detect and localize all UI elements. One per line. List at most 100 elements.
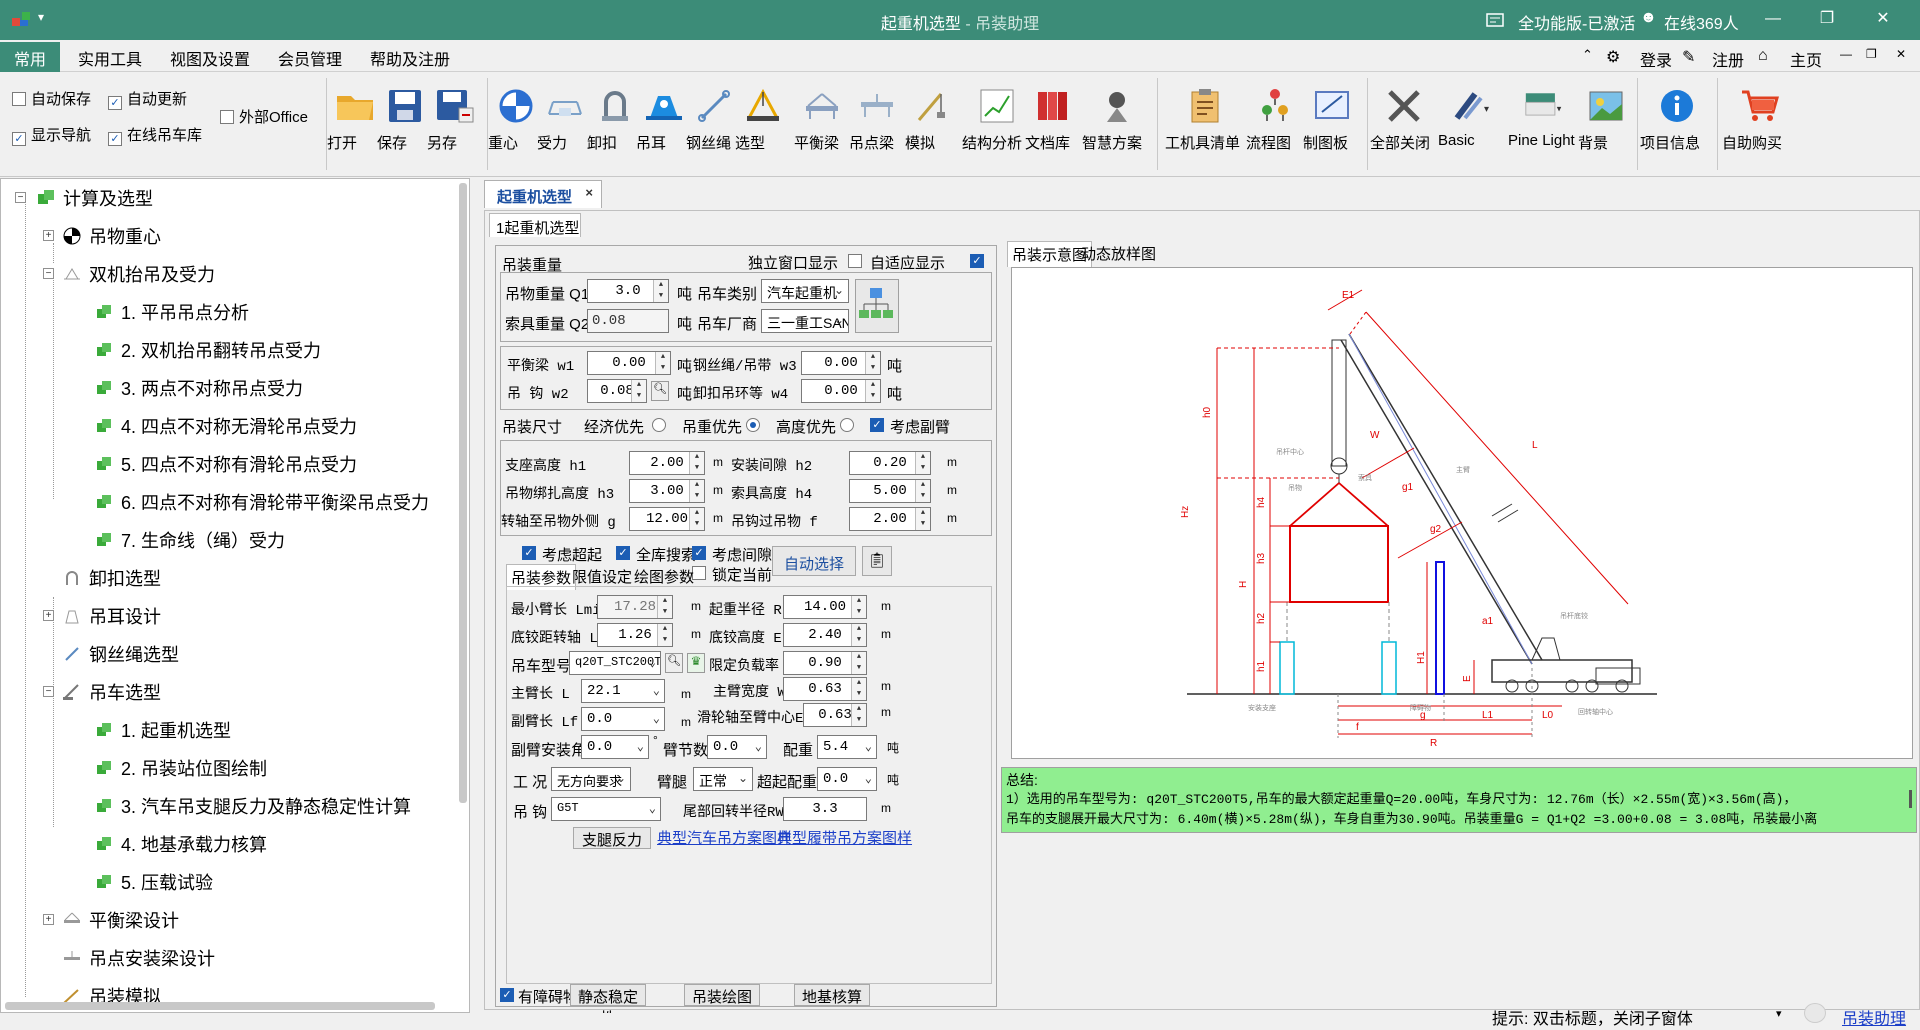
smart-plan-button[interactable]: 智慧方案 bbox=[1082, 86, 1152, 152]
autoupdate-checkbox[interactable]: ✓ 自动更新 bbox=[108, 88, 187, 110]
consider-jib-checkbox[interactable]: ✓ bbox=[870, 418, 884, 432]
trophy-icon[interactable]: ♛ bbox=[687, 653, 705, 673]
e1-spinner[interactable]: ▲ ▼ bbox=[851, 704, 866, 726]
login-link[interactable]: 登录 bbox=[1640, 47, 1672, 71]
structure-analysis-button[interactable]: 结构分析 bbox=[962, 86, 1032, 152]
tree-item-dual-lift[interactable]: 双机抬吊及受力 bbox=[61, 260, 215, 288]
tree-item-crane-selection[interactable]: 1. 起重机选型 bbox=[93, 716, 231, 744]
clipboard-button[interactable]: 📋︎ bbox=[862, 546, 892, 576]
foundation-check-button[interactable]: 地基核算 bbox=[794, 984, 870, 1006]
tree-item-lifeline[interactable]: 7. 生命线（绳）受力 bbox=[93, 526, 285, 554]
crane-type-select[interactable]: 汽车起重机 ⌄ bbox=[761, 279, 849, 303]
w1-spinner[interactable]: ▲ ▼ bbox=[655, 352, 670, 374]
tree-item-two-point[interactable]: 3. 两点不对称吊点受力 bbox=[93, 374, 303, 402]
w4-input[interactable]: 0.00 ▲ ▼ bbox=[801, 379, 881, 403]
tab-membership[interactable]: 会员管理 bbox=[278, 46, 342, 70]
h4-input[interactable]: 5.00 ▲ ▼ bbox=[849, 479, 931, 503]
r-input[interactable]: 14.00 ▲ ▼ bbox=[783, 595, 867, 619]
support-force-button[interactable]: 支腿反力 bbox=[573, 827, 651, 849]
h3-spinner[interactable]: ▲ ▼ bbox=[689, 480, 704, 502]
open-button[interactable]: 打开 bbox=[327, 86, 383, 152]
h1-spinner[interactable]: ▲ ▼ bbox=[689, 452, 704, 474]
tree-item-install-beam[interactable]: 吊点安装梁设计 bbox=[61, 944, 215, 972]
static-stability-button[interactable]: 静态稳定性 bbox=[570, 984, 646, 1027]
w3-input[interactable]: 0.00 ▲ ▼ bbox=[801, 351, 881, 375]
autosave-checkbox[interactable]: 自动保存 bbox=[12, 88, 91, 109]
lf-select[interactable]: 0.0 ⌄ bbox=[581, 707, 665, 731]
l0-input[interactable]: 1.26 ▲ ▼ bbox=[597, 623, 673, 647]
wire-rope-button[interactable]: 钢丝绳 bbox=[686, 86, 742, 152]
tree-scrollbar[interactable] bbox=[459, 183, 467, 803]
counterweight-select[interactable]: 5.4 ⌄ bbox=[817, 735, 877, 759]
tree-item-cog[interactable]: 吊物重心 bbox=[61, 222, 161, 250]
model-select[interactable]: q20T_STC200T ⌄ bbox=[569, 651, 661, 675]
tree-item-calc[interactable]: 计算及选型 bbox=[35, 184, 153, 212]
document-tab[interactable]: 起重机选型 × bbox=[484, 180, 602, 208]
expand-toggle[interactable]: − bbox=[43, 686, 54, 697]
obstacle-checkbox[interactable]: ✓ bbox=[500, 988, 514, 1002]
w3-spinner[interactable]: ▲ ▼ bbox=[865, 352, 880, 374]
mdi-minimize-button[interactable]: — bbox=[1840, 47, 1852, 61]
assistant-link[interactable]: 吊装助理 bbox=[1842, 1005, 1906, 1029]
model-search-icon[interactable]: 🔍︎ bbox=[665, 653, 683, 673]
tree-item-four-point-beam[interactable]: 6. 四点不对称有滑轮带平衡梁吊点受力 bbox=[93, 488, 429, 516]
mdi-close-button[interactable]: ✕ bbox=[1896, 47, 1906, 61]
tab-dynamic-layout[interactable]: 动态放样图 bbox=[1077, 241, 1160, 266]
w1-input[interactable]: 0.00 ▲ ▼ bbox=[587, 351, 671, 375]
lifting-lug-button[interactable]: 吊耳 bbox=[636, 86, 692, 152]
tab-view-settings[interactable]: 视图及设置 bbox=[170, 46, 250, 70]
save-as-button[interactable]: 另存 bbox=[427, 86, 483, 152]
tree-hscrollbar[interactable] bbox=[5, 1002, 435, 1010]
tool-list-button[interactable]: 工机具清单 bbox=[1165, 86, 1245, 152]
tree-item-outrigger[interactable]: 3. 汽车吊支腿反力及静态稳定性计算 bbox=[93, 792, 411, 820]
simulation-button[interactable]: 模拟 bbox=[905, 86, 961, 152]
status-dropdown-icon[interactable]: ▾ bbox=[1776, 1007, 1782, 1020]
g-input[interactable]: 12.00 ▲ ▼ bbox=[629, 507, 705, 531]
sections-select[interactable]: 0.0 ⌄ bbox=[707, 735, 767, 759]
w4-spinner[interactable]: ▲ ▼ bbox=[865, 380, 880, 402]
tab-help-register[interactable]: 帮助及注册 bbox=[370, 46, 450, 70]
tree-item-lug[interactable]: 吊耳设计 bbox=[61, 602, 161, 630]
w2-input[interactable]: 0.08 ▲ ▼ bbox=[587, 379, 647, 403]
home-link[interactable]: 主页 bbox=[1790, 47, 1822, 71]
l0-spinner[interactable]: ▲ ▼ bbox=[657, 624, 672, 646]
opt-weight-radio[interactable] bbox=[746, 418, 760, 432]
expand-toggle[interactable]: + bbox=[43, 230, 54, 241]
show-nav-checkbox[interactable]: ✓ 显示导航 bbox=[12, 124, 91, 146]
tab-common[interactable]: 常用 bbox=[0, 42, 61, 72]
rate-spinner[interactable]: ▲ ▼ bbox=[851, 652, 866, 674]
adaptive-checkbox[interactable]: ✓ bbox=[970, 254, 984, 268]
close-tab-icon[interactable]: × bbox=[585, 185, 593, 200]
maker-select[interactable]: 三一重工SAN ⌄ bbox=[761, 309, 849, 333]
h2-input[interactable]: 0.20 ▲ ▼ bbox=[849, 451, 931, 475]
f-input[interactable]: 2.00 ▲ ▼ bbox=[849, 507, 931, 531]
crane-db-button[interactable] bbox=[855, 279, 899, 333]
tree-item-rope[interactable]: 钢丝绳选型 bbox=[61, 640, 179, 668]
close-all-button[interactable]: 全部关闭 bbox=[1370, 86, 1438, 152]
tree-item-four-point-no-pulley[interactable]: 4. 四点不对称无滑轮吊点受力 bbox=[93, 412, 357, 440]
tree-item-crane[interactable]: 吊车选型 bbox=[61, 678, 161, 706]
mdi-restore-button[interactable]: ❐ bbox=[1866, 47, 1877, 61]
opt-height-radio[interactable] bbox=[840, 418, 854, 432]
drawing-board-button[interactable]: 制图板 bbox=[1303, 86, 1361, 152]
lmin-spinner[interactable]: ▲ ▼ bbox=[657, 596, 672, 618]
q1-input[interactable]: 3.0 ▲ ▼ bbox=[587, 279, 669, 303]
rate-input[interactable]: 0.90 ▲ ▼ bbox=[783, 651, 867, 675]
e-input[interactable]: 2.40 ▲ ▼ bbox=[783, 623, 867, 647]
document-library-button[interactable]: 文档库 bbox=[1025, 86, 1081, 152]
auto-select-button[interactable]: 自动选择 bbox=[772, 546, 856, 576]
w-spinner[interactable]: ▲ ▼ bbox=[851, 678, 866, 700]
crane-drawing-button[interactable]: 吊装绘图 bbox=[684, 984, 760, 1006]
w-input[interactable]: 0.63 ▲ ▼ bbox=[783, 677, 867, 701]
save-button[interactable]: 保存 bbox=[377, 86, 433, 152]
self-purchase-button[interactable]: 自助购买 bbox=[1722, 86, 1798, 152]
center-of-gravity-button[interactable]: 重心 bbox=[488, 86, 544, 152]
superlift-select[interactable]: 0.0 ⌄ bbox=[817, 767, 877, 791]
consider-superlift-checkbox[interactable]: ✓ bbox=[522, 546, 536, 560]
tree-item-station-drawing[interactable]: 2. 吊装站位图绘制 bbox=[93, 754, 267, 782]
tree-item-ballast[interactable]: 5. 压载试验 bbox=[93, 868, 213, 896]
force-button[interactable]: 受力 bbox=[537, 86, 593, 152]
online-crane-lib-checkbox[interactable]: ✓ 在线吊车库 bbox=[108, 124, 202, 146]
truck-crane-examples-link[interactable]: 典型汽车吊方案图样 bbox=[657, 827, 792, 848]
h4-spinner[interactable]: ▲ ▼ bbox=[915, 480, 930, 502]
